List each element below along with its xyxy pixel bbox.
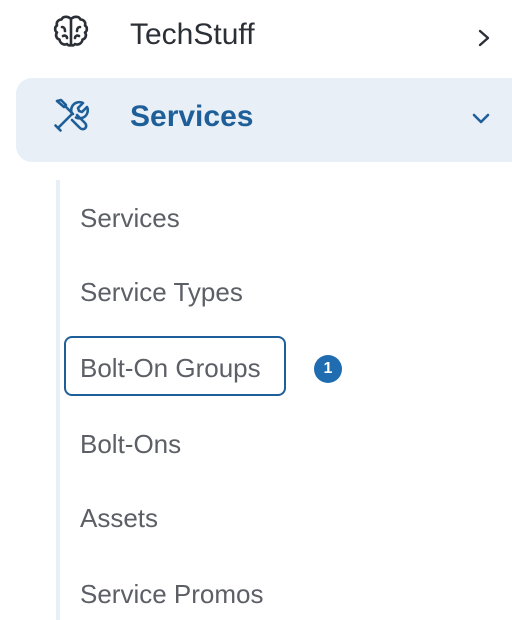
- nav-item-services[interactable]: Services: [16, 78, 512, 162]
- nav-item-label: Services: [130, 100, 254, 133]
- submenu-item-service-promos[interactable]: Service Promos: [80, 578, 264, 610]
- chevron-right-icon: [478, 29, 490, 47]
- submenu-item-bolt-ons[interactable]: Bolt-Ons: [80, 428, 181, 460]
- count-badge: 1: [314, 355, 342, 383]
- submenu-item-assets[interactable]: Assets: [80, 502, 158, 534]
- tools-icon: [54, 98, 90, 132]
- brain-icon: [53, 15, 89, 47]
- nav-item-techstuff[interactable]: TechStuff: [0, 0, 512, 72]
- submenu-item-label: Bolt-On Groups: [80, 353, 261, 383]
- services-submenu: Services Service Types Bolt-On Groups 1 …: [56, 180, 512, 620]
- submenu-item-service-types[interactable]: Service Types: [80, 276, 243, 308]
- sidebar-nav: TechStuff Services Services Service Type…: [0, 0, 512, 620]
- nav-item-label: TechStuff: [130, 18, 255, 51]
- chevron-down-icon: [472, 113, 490, 124]
- submenu-item-bolt-on-groups[interactable]: Bolt-On Groups: [64, 336, 286, 396]
- submenu-item-services[interactable]: Services: [80, 202, 180, 234]
